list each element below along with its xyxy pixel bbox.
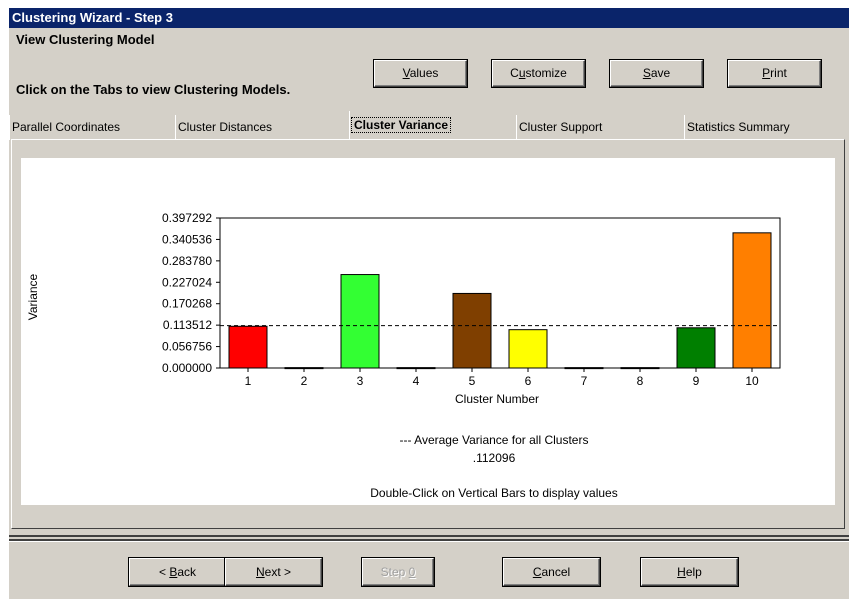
y-tick-label: 0.227024	[162, 275, 212, 289]
save-label-accel: S	[642, 66, 651, 80]
next-button[interactable]: Next >	[225, 558, 322, 586]
x-tick-label: 2	[301, 374, 308, 388]
footer-separator	[9, 535, 849, 537]
x-tick-label: 1	[245, 374, 252, 388]
average-variance-label: --- Average Variance for all Clusters	[400, 433, 589, 447]
x-tick-label: 5	[469, 374, 476, 388]
values-label-accel: V	[402, 66, 410, 80]
chart-area: Variance Cluster Number --- Average Vari…	[21, 158, 835, 505]
y-tick-label: 0.340536	[162, 232, 212, 246]
page-subtitle: View Clustering Model	[16, 32, 155, 47]
tab-statistics-summary[interactable]: Statistics Summary	[684, 115, 844, 140]
bar-cluster-3[interactable]	[340, 274, 380, 369]
tab-parallel-coordinates[interactable]: Parallel Coordinates	[9, 115, 177, 140]
help-label-accel: H	[677, 565, 686, 579]
next-label-post: ext >	[264, 565, 292, 579]
tab-label: Cluster Variance	[350, 117, 452, 133]
cancel-button[interactable]: Cancel	[503, 558, 600, 586]
bar-cluster-5[interactable]	[452, 292, 492, 369]
tab-strip: Parallel Coordinates Cluster Distances C…	[9, 111, 849, 141]
x-tick-label: 4	[413, 374, 420, 388]
bar-cluster-6[interactable]	[508, 329, 548, 369]
customize-label-pre: C	[510, 66, 519, 80]
print-button[interactable]: Print	[728, 60, 821, 87]
chart-hint: Double-Click on Vertical Bars to display…	[370, 486, 617, 500]
tab-label: Parallel Coordinates	[12, 120, 121, 134]
customize-button[interactable]: Customize	[492, 60, 585, 87]
tab-label: Cluster Distances	[178, 120, 273, 134]
x-tick-label: 10	[745, 374, 759, 388]
bar-cluster-10[interactable]	[732, 232, 772, 369]
average-variance-value: .112096	[473, 451, 516, 465]
footer-separator-lower	[9, 539, 849, 542]
values-label-post: alues	[409, 66, 439, 80]
instruction-text: Click on the Tabs to view Clustering Mod…	[16, 82, 291, 97]
variance-chart: Variance Cluster Number --- Average Vari…	[26, 211, 781, 500]
help-button[interactable]: Help	[641, 558, 738, 586]
next-label-accel: N	[255, 565, 265, 579]
x-tick-label: 8	[637, 374, 644, 388]
save-label-post: ave	[650, 66, 671, 80]
tab-cluster-support[interactable]: Cluster Support	[516, 115, 681, 140]
back-label-pre: <	[158, 565, 170, 579]
print-label-post: rint	[770, 66, 787, 80]
customize-label-accel: u	[518, 66, 526, 80]
x-tick-label: 3	[357, 374, 364, 388]
y-axis-label: Variance	[26, 273, 40, 320]
step-label-pre: Step	[380, 565, 409, 579]
x-tick-label: 6	[525, 374, 532, 388]
save-button[interactable]: Save	[610, 60, 703, 87]
window-title: Clustering Wizard - Step 3	[9, 8, 849, 28]
values-button[interactable]: Values	[374, 60, 467, 87]
x-axis-label: Cluster Number	[455, 392, 539, 406]
step-label-accel: 0	[408, 565, 416, 579]
y-tick-label: 0.056756	[162, 340, 212, 354]
x-tick-label: 9	[693, 374, 700, 388]
y-tick-label: 0.113512	[163, 318, 212, 332]
help-label-post: elp	[685, 565, 702, 579]
y-tick-label: 0.283780	[162, 254, 212, 268]
y-tick-label: 0.397292	[162, 211, 212, 225]
customize-label-post: stomize	[525, 66, 567, 80]
back-label-post: ack	[177, 565, 197, 579]
tab-label: Statistics Summary	[687, 120, 790, 134]
y-tick-label: 0.000000	[162, 361, 212, 375]
step-button[interactable]: Step 0	[362, 558, 434, 586]
cancel-label-post: ancel	[541, 565, 571, 579]
tab-cluster-distances[interactable]: Cluster Distances	[175, 115, 345, 140]
bar-cluster-9[interactable]	[676, 327, 716, 369]
wizard-window: Clustering Wizard - Step 3 View Clusteri…	[9, 8, 849, 599]
tab-label: Cluster Support	[519, 120, 603, 134]
print-label-accel: P	[762, 66, 771, 80]
tab-cluster-variance[interactable]: Cluster Variance	[349, 111, 511, 139]
y-tick-label: 0.170268	[162, 297, 212, 311]
x-tick-label: 7	[581, 374, 588, 388]
bar-cluster-1[interactable]	[228, 325, 268, 369]
back-button[interactable]: < Back	[129, 558, 226, 586]
